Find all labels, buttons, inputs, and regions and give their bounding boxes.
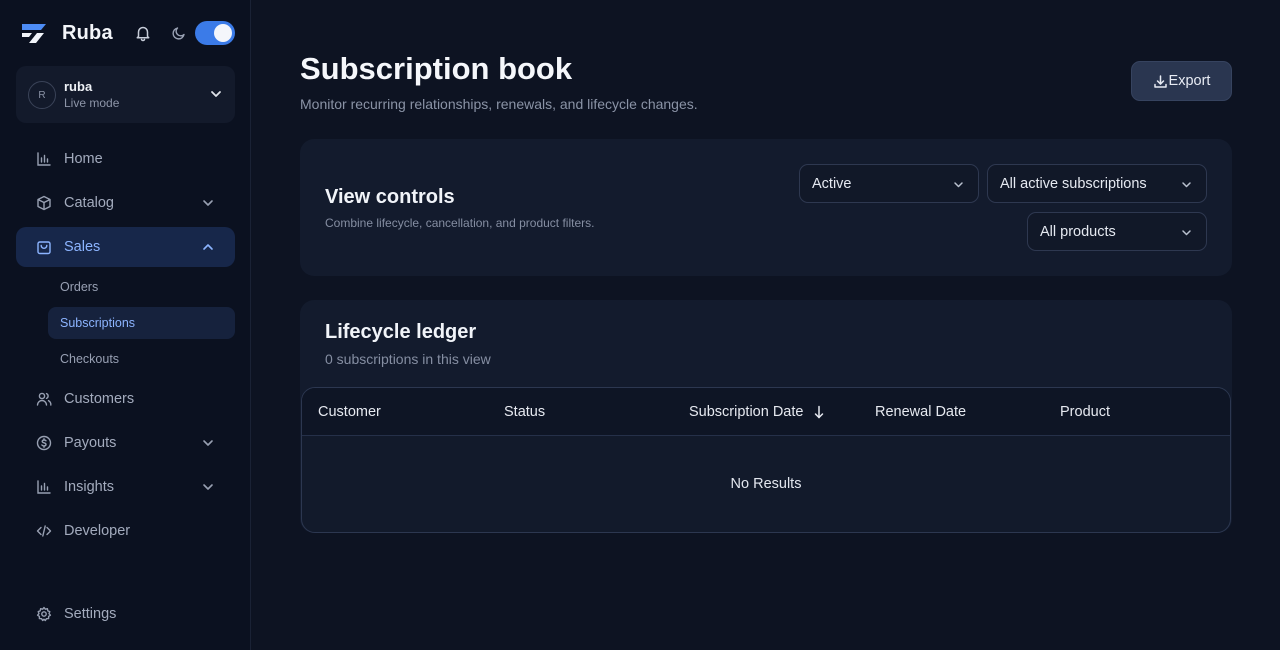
page-subtitle: Monitor recurring relationships, renewal… (300, 96, 698, 112)
sidebar-item-customers[interactable]: Customers (16, 379, 235, 419)
sidebar-subitem-label: Checkouts (60, 352, 120, 366)
sidebar-item-settings[interactable]: Settings (16, 594, 235, 634)
chevron-down-icon (954, 182, 963, 188)
sidebar-subitem-checkouts[interactable]: Checkouts (48, 343, 235, 375)
gear-icon (36, 606, 52, 622)
users-icon (36, 392, 52, 406)
account-mode: Live mode (64, 96, 120, 110)
product-select-value: All products (1040, 224, 1116, 240)
brand-name: Ruba (62, 21, 113, 44)
chevron-down-icon (1182, 230, 1191, 236)
sidebar-item-home[interactable]: Home (16, 139, 235, 179)
sort-descending-icon[interactable] (812, 405, 826, 419)
sidebar-item-catalog[interactable]: Catalog (16, 183, 235, 223)
sidebar-item-payouts[interactable]: Payouts (16, 423, 235, 463)
bell-icon[interactable] (134, 24, 152, 42)
toggle-knob (214, 24, 232, 42)
box-icon (37, 195, 51, 211)
sidebar-subitem-label: Orders (60, 280, 99, 294)
sidebar-item-sales[interactable]: Sales (16, 227, 235, 267)
sidebar: Ruba R ruba Live mode Home Catalog Sales… (0, 0, 251, 650)
chevron-down-icon (211, 91, 221, 97)
sidebar-item-label: Settings (64, 606, 117, 622)
account-switcher[interactable]: R ruba Live mode (16, 66, 235, 123)
view-controls-subtitle: Combine lifecycle, cancellation, and pro… (325, 216, 595, 230)
dark-mode-toggle[interactable] (195, 21, 235, 45)
bar-chart-icon (37, 480, 51, 494)
sidebar-subitem-orders[interactable]: Orders (48, 271, 235, 303)
account-name: ruba (64, 79, 93, 94)
chevron-down-icon (203, 200, 213, 206)
cancellation-select-value: All active subscriptions (1000, 176, 1147, 192)
ledger-count: 0 subscriptions in this view (325, 351, 491, 367)
column-header-customer[interactable]: Customer (318, 404, 381, 420)
download-icon (1153, 74, 1167, 88)
sidebar-item-label: Payouts (64, 435, 117, 451)
export-label: Export (1168, 73, 1211, 89)
brand: Ruba (20, 20, 235, 46)
dollar-circle-icon (36, 435, 52, 451)
chevron-down-icon (1182, 182, 1191, 188)
brand-logo-icon[interactable] (20, 22, 48, 44)
sidebar-item-label: Customers (64, 391, 135, 407)
sidebar-item-label: Catalog (64, 195, 114, 211)
subscriptions-table: Customer Status Subscription Date Renewa… (301, 387, 1231, 533)
view-controls-title: View controls (325, 186, 455, 208)
sidebar-item-insights[interactable]: Insights (16, 467, 235, 507)
cancellation-select[interactable]: All active subscriptions (987, 164, 1207, 203)
shopping-bag-icon (37, 241, 51, 255)
sidebar-item-label: Sales (64, 239, 101, 255)
chevron-down-icon (203, 440, 213, 446)
sidebar-subitem-subscriptions[interactable]: Subscriptions (48, 307, 235, 339)
code-icon (36, 525, 52, 537)
lifecycle-select-value: Active (812, 176, 852, 192)
table-header: Customer Status Subscription Date Renewa… (302, 388, 1230, 436)
sidebar-item-label: Home (64, 151, 103, 167)
product-select[interactable]: All products (1027, 212, 1207, 251)
chevron-down-icon (203, 484, 213, 490)
empty-state: No Results (730, 476, 802, 492)
page-title: Subscription book (300, 51, 573, 86)
sidebar-item-developer[interactable]: Developer (16, 511, 235, 551)
lifecycle-ledger-card: Lifecycle ledger 0 subscriptions in this… (300, 300, 1232, 533)
sidebar-item-label: Insights (64, 479, 114, 495)
column-header-product[interactable]: Product (1060, 404, 1110, 420)
avatar: R (28, 81, 56, 109)
column-header-renewal-date[interactable]: Renewal Date (875, 404, 966, 420)
moon-icon (172, 27, 185, 40)
bar-chart-icon (37, 152, 51, 166)
sidebar-item-label: Developer (64, 523, 131, 539)
chevron-up-icon (203, 244, 213, 250)
ledger-title: Lifecycle ledger (325, 321, 477, 343)
view-controls-card: View controls Combine lifecycle, cancell… (300, 139, 1232, 276)
lifecycle-select[interactable]: Active (799, 164, 979, 203)
column-header-subscription-date[interactable]: Subscription Date (689, 404, 826, 420)
export-button[interactable]: Export (1131, 61, 1232, 101)
column-header-status[interactable]: Status (504, 404, 545, 420)
sidebar-subitem-label: Subscriptions (60, 316, 136, 330)
